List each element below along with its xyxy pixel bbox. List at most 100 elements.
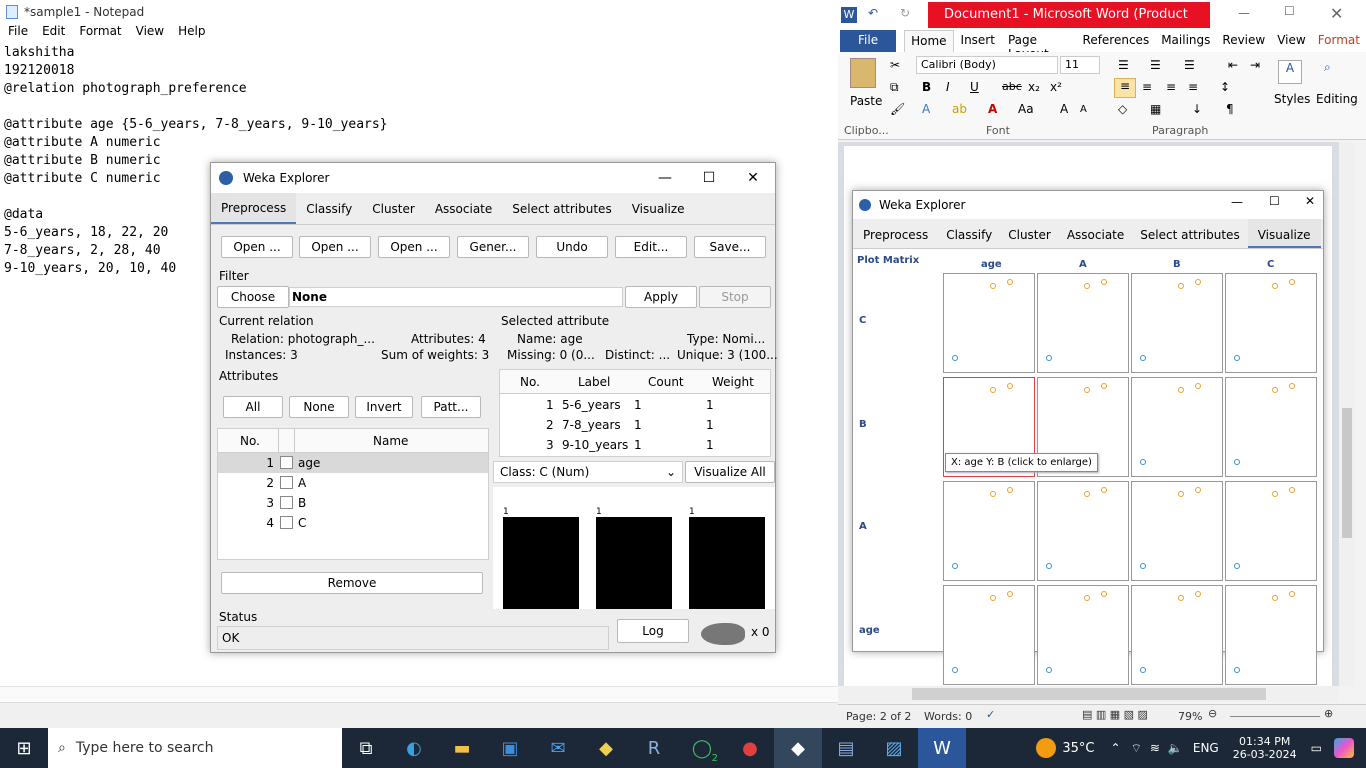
word-horizontal-scrollbar[interactable] xyxy=(838,686,1338,702)
bold-icon[interactable]: B xyxy=(922,80,931,94)
class-select[interactable]: Class: C (Num) ⌄ xyxy=(493,461,683,483)
scatter-cell[interactable] xyxy=(1131,273,1223,373)
select-none-button[interactable]: None xyxy=(289,396,349,418)
clock[interactable]: 01:34 PM 26-03-2024 xyxy=(1233,735,1297,761)
menu-view[interactable]: View xyxy=(136,24,164,42)
align-right-icon[interactable]: ≡ xyxy=(1166,80,1176,94)
generate-button[interactable]: Gener... xyxy=(457,236,529,258)
tab-classify[interactable]: Classify xyxy=(296,193,362,224)
font-name-select[interactable]: Calibri (Body) xyxy=(916,56,1058,74)
undo-button[interactable]: Undo xyxy=(536,236,608,258)
scatter-cell[interactable] xyxy=(1225,273,1317,373)
line-spacing-icon[interactable]: ↕ xyxy=(1220,80,1230,94)
tab-page-layout[interactable]: Page Layout xyxy=(1002,30,1077,61)
subscript-icon[interactable]: x₂ xyxy=(1028,80,1040,94)
chevron-up-icon[interactable]: ⌃ xyxy=(1111,741,1121,755)
tab-preprocess[interactable]: Preprocess xyxy=(853,219,938,248)
select-all-button[interactable]: All xyxy=(223,396,283,418)
underline-icon[interactable]: U xyxy=(970,80,979,94)
multilevel-list-icon[interactable]: ☰ xyxy=(1184,58,1195,72)
attribute-row[interactable]: 4C xyxy=(218,513,488,533)
highlight-icon[interactable]: ab xyxy=(952,102,967,116)
scatter-cell[interactable] xyxy=(943,585,1035,685)
scatter-cell[interactable] xyxy=(1037,273,1129,373)
tab-file[interactable]: File xyxy=(840,30,897,52)
tab-references[interactable]: References xyxy=(1077,30,1156,52)
menu-edit[interactable]: Edit xyxy=(42,24,65,42)
choose-filter-button[interactable]: Choose xyxy=(217,286,289,308)
scatter-cell[interactable] xyxy=(1037,481,1129,581)
change-case-icon[interactable]: Aa xyxy=(1018,102,1034,116)
strikethrough-icon[interactable]: abc xyxy=(1002,80,1022,93)
weather-icon[interactable] xyxy=(1036,738,1057,758)
decrease-indent-icon[interactable]: ⇤ xyxy=(1228,58,1238,72)
notifications-icon[interactable]: ▭ xyxy=(1311,741,1322,755)
font-color-icon[interactable]: A xyxy=(988,102,997,116)
superscript-icon[interactable]: x² xyxy=(1050,80,1062,94)
taskbar-search[interactable]: ⌕ Type here to search xyxy=(48,728,252,768)
network-icon[interactable]: ⌔ xyxy=(1131,741,1142,756)
word-count[interactable]: Words: 0 xyxy=(924,710,972,723)
notepad-taskbar-icon[interactable]: ▤ xyxy=(822,728,870,768)
borders-icon[interactable]: ▦ xyxy=(1150,102,1161,116)
format-painter-icon[interactable]: 🖌 xyxy=(890,102,905,116)
r-icon[interactable]: R xyxy=(630,728,678,768)
tab-mailings[interactable]: Mailings xyxy=(1155,30,1216,52)
attribute-row[interactable]: 2A xyxy=(218,473,488,493)
styles-icon[interactable]: A xyxy=(1278,60,1302,84)
tab-select-attributes[interactable]: Select attributes xyxy=(1132,219,1247,248)
python-icon[interactable]: ◆ xyxy=(582,728,630,768)
pattern-button[interactable]: Patt... xyxy=(421,396,481,418)
notepad-horizontal-scrollbar[interactable] xyxy=(0,686,838,700)
zoom-in-icon[interactable]: ⊕ xyxy=(1324,707,1333,720)
photos-icon[interactable]: ▨ xyxy=(870,728,918,768)
label-row[interactable]: 3 9-10_years 1 1 xyxy=(500,436,770,456)
edit-button[interactable]: Edit... xyxy=(615,236,687,258)
chrome-icon[interactable]: ● xyxy=(726,728,774,768)
zoom-slider[interactable] xyxy=(1230,716,1320,717)
scatter-cell[interactable] xyxy=(1225,481,1317,581)
scatter-cell[interactable] xyxy=(1131,377,1223,477)
label-row[interactable]: 2 7-8_years 1 1 xyxy=(500,416,770,436)
view-buttons[interactable]: ▤ ▥ ▦ ▧ ▨ xyxy=(1082,708,1148,721)
styles-button[interactable]: Styles xyxy=(1274,92,1310,106)
shading-icon[interactable]: ◇ xyxy=(1118,102,1127,116)
paste-button[interactable]: Paste xyxy=(850,94,882,108)
increase-indent-icon[interactable]: ⇥ xyxy=(1250,58,1260,72)
wifi-icon[interactable]: ≋ xyxy=(1150,741,1160,755)
weka-bird-status-icon[interactable] xyxy=(701,623,745,645)
menu-help[interactable]: Help xyxy=(178,24,205,42)
weka-taskbar-icon[interactable]: ◆ xyxy=(774,728,822,768)
tab-classify[interactable]: Classify xyxy=(938,219,1000,248)
proofing-icon[interactable]: ✓ xyxy=(986,708,995,721)
open-url-button[interactable]: Open ... xyxy=(299,236,371,258)
show-formatting-icon[interactable]: ¶ xyxy=(1226,102,1234,116)
attribute-checkbox[interactable] xyxy=(280,476,293,489)
label-row[interactable]: 1 5-6_years 1 1 xyxy=(500,396,770,416)
attribute-checkbox[interactable] xyxy=(280,496,293,509)
word-vertical-scrollbar[interactable] xyxy=(1338,142,1354,686)
close-icon[interactable]: ✕ xyxy=(1330,4,1343,23)
tab-format[interactable]: Format xyxy=(1312,30,1366,52)
bullets-icon[interactable]: ☰ xyxy=(1118,58,1129,72)
copilot-icon[interactable] xyxy=(1334,738,1354,758)
scatter-cell[interactable] xyxy=(943,273,1035,373)
apply-button[interactable]: Apply xyxy=(625,286,697,308)
tab-preprocess[interactable]: Preprocess xyxy=(211,193,297,224)
tab-visualize[interactable]: Visualize xyxy=(1247,219,1321,248)
tab-review[interactable]: Review xyxy=(1216,30,1271,52)
visualize-all-button[interactable]: Visualize All xyxy=(685,461,775,483)
whatsapp-icon[interactable]: ◯ 2 xyxy=(678,728,726,768)
tab-insert[interactable]: Insert xyxy=(954,30,1002,52)
close-icon[interactable]: ✕ xyxy=(731,163,775,193)
page-count[interactable]: Page: 2 of 2 xyxy=(846,710,911,723)
file-explorer-icon[interactable]: ▬ xyxy=(438,728,486,768)
grow-font-icon[interactable]: A xyxy=(1060,102,1068,116)
paste-icon[interactable] xyxy=(850,58,876,88)
font-size-select[interactable]: 11 xyxy=(1060,56,1100,74)
align-center-icon[interactable]: ≡ xyxy=(1142,80,1152,94)
maximize-icon[interactable]: ☐ xyxy=(1269,194,1280,208)
find-icon[interactable]: ⌕ xyxy=(1324,60,1331,75)
weather-temp[interactable]: 35°C xyxy=(1062,741,1094,756)
tab-associate[interactable]: Associate xyxy=(425,193,502,224)
